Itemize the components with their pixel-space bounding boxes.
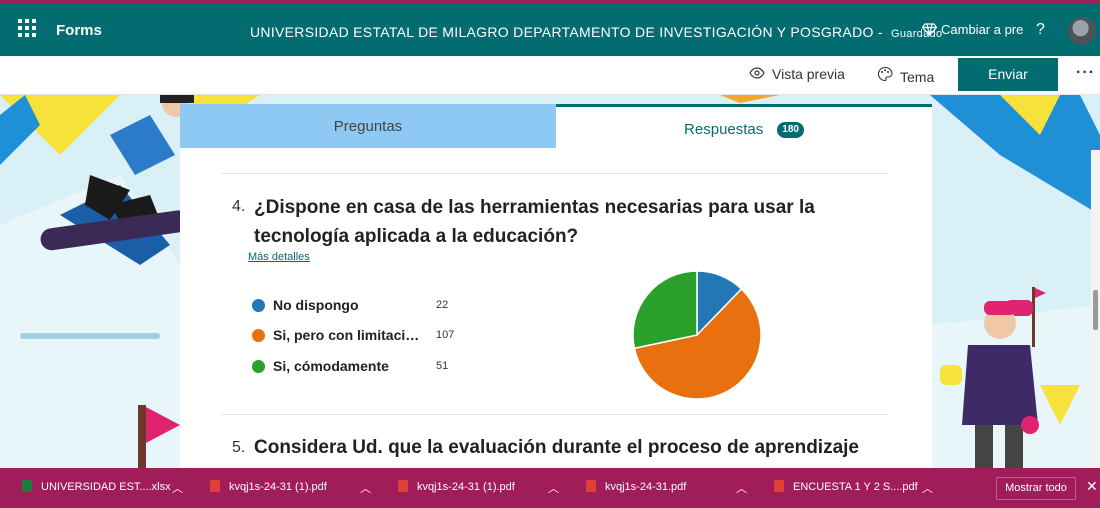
command-bar: Vista previa Tema (0, 56, 1100, 95)
preview-button[interactable]: Vista previa (748, 66, 845, 82)
legend-count: 51 (436, 360, 449, 372)
pdf-file-icon (398, 480, 408, 492)
show-all-downloads-button[interactable]: Mostrar todo (996, 477, 1076, 500)
tab-questions[interactable]: Preguntas (180, 104, 556, 148)
download-item[interactable]: ENCUESTA 1 Y 2 S....pdf ︿ (774, 480, 933, 495)
legend-label: Si, pero con limitacio... (273, 327, 421, 343)
app-launcher-icon[interactable] (18, 19, 36, 37)
download-filename: UNIVERSIDAD EST....xlsx (41, 481, 171, 493)
theme-label: Tema (900, 69, 935, 85)
help-icon[interactable]: ? (1036, 21, 1045, 39)
divider (222, 173, 888, 174)
theme-button[interactable]: Tema (876, 66, 934, 85)
diamond-icon (922, 23, 938, 36)
scrollbar-thumb[interactable] (1093, 290, 1098, 330)
legend-dot (252, 329, 265, 342)
legend-dot (252, 299, 265, 312)
tab-bar: Preguntas Respuestas 180 (180, 104, 932, 148)
upgrade-button[interactable]: Cambiar a pren (922, 22, 1024, 37)
app-brand[interactable]: Forms (56, 22, 102, 39)
chevron-up-icon[interactable]: ︿ (736, 480, 747, 496)
page-scrollbar[interactable] (1091, 150, 1100, 468)
download-item[interactable]: kvqj1s-24-31.pdf ︿ (586, 480, 747, 495)
download-filename: kvqj1s-24-31 (1).pdf (229, 481, 327, 493)
question-5-number: 5. (232, 439, 246, 456)
form-title[interactable]: UNIVERSIDAD ESTATAL DE MILAGRO DEPARTAME… (250, 24, 942, 40)
form-title-text: UNIVERSIDAD ESTATAL DE MILAGRO DEPARTAME… (250, 24, 874, 40)
more-options-icon[interactable]: ··· (1076, 64, 1095, 82)
pie-slice-2[interactable] (632, 270, 698, 350)
chevron-up-icon[interactable]: ︿ (922, 480, 933, 496)
legend-dot (252, 360, 265, 373)
app-bar: Forms UNIVERSIDAD ESTATAL DE MILAGRO DEP… (0, 0, 1100, 56)
download-item[interactable]: UNIVERSIDAD EST....xlsx ︿ (22, 480, 183, 495)
chevron-up-icon[interactable]: ︿ (172, 480, 183, 496)
legend-label: No dispongo (273, 297, 359, 313)
more-details-link[interactable]: Más detalles (248, 251, 310, 263)
tab-responses-label: Respuestas (684, 121, 764, 138)
pdf-file-icon (586, 480, 596, 492)
question-4-number: 4. (232, 198, 246, 215)
pdf-file-icon (774, 480, 784, 492)
legend-label: Si, cómodamente (273, 358, 389, 374)
divider (222, 414, 888, 415)
eye-icon (748, 66, 766, 82)
download-item[interactable]: kvqj1s-24-31 (1).pdf ︿ (210, 480, 371, 495)
legend-count: 22 (436, 299, 449, 311)
pdf-file-icon (210, 480, 220, 492)
question-4-title: ¿Dispone en casa de las herramientas nec… (254, 197, 815, 247)
close-icon[interactable]: ✕ (1086, 478, 1098, 495)
avatar[interactable] (1068, 17, 1096, 45)
tab-responses[interactable]: Respuestas 180 (556, 104, 932, 148)
chevron-up-icon[interactable]: ︿ (548, 480, 559, 496)
send-button[interactable]: Enviar (958, 58, 1058, 91)
palette-icon (876, 66, 894, 85)
preview-label: Vista previa (772, 66, 845, 82)
saved-separator: - (873, 24, 888, 40)
legend-count: 107 (436, 329, 455, 341)
upgrade-label: Cambiar a pren (941, 22, 1024, 37)
chevron-up-icon[interactable]: ︿ (360, 480, 371, 496)
downloads-bar: UNIVERSIDAD EST....xlsx ︿ kvqj1s-24-31 (… (0, 468, 1100, 508)
responses-count-badge: 180 (777, 122, 804, 139)
excel-file-icon (22, 480, 32, 492)
question-5-title: Considera Ud. que la evaluación durante … (254, 437, 860, 458)
pie-chart[interactable] (627, 265, 767, 405)
download-filename: kvqj1s-24-31.pdf (605, 481, 687, 493)
download-filename: ENCUESTA 1 Y 2 S....pdf (793, 481, 918, 493)
download-filename: kvqj1s-24-31 (1).pdf (417, 481, 515, 493)
download-item[interactable]: kvqj1s-24-31 (1).pdf ︿ (398, 480, 559, 495)
